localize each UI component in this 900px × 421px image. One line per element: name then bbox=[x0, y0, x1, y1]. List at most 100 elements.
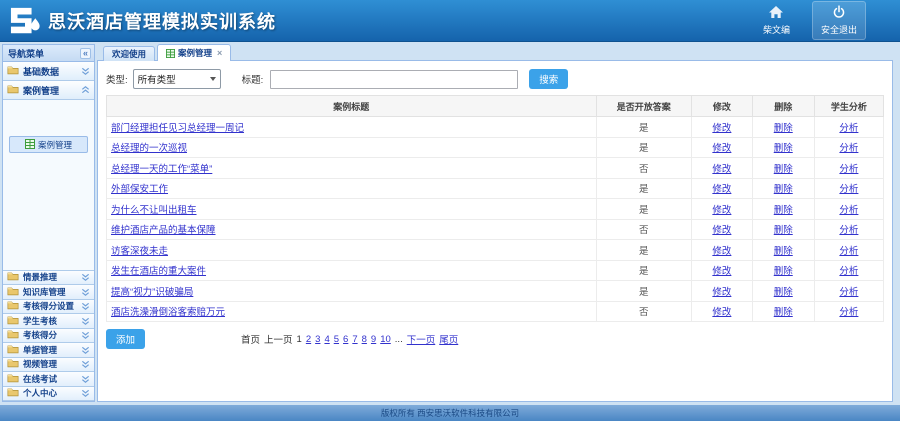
case-title-link[interactable]: 部门经理担任见习总经理一周记 bbox=[111, 123, 244, 134]
edit-link[interactable]: 修改 bbox=[712, 184, 731, 195]
table-header-row: 案例标题 是否开放答案 修改 删除 学生分析 bbox=[107, 96, 884, 117]
sidebar-group-label: 在线考试 bbox=[23, 373, 57, 385]
edit-link[interactable]: 修改 bbox=[712, 246, 731, 257]
edit-link[interactable]: 修改 bbox=[712, 266, 731, 277]
folder-icon bbox=[7, 344, 19, 356]
case-title-link[interactable]: 发生在酒店的重大案件 bbox=[111, 266, 206, 277]
page-first[interactable]: 首页 bbox=[241, 332, 260, 346]
case-title-link[interactable]: 访客深夜未走 bbox=[111, 246, 168, 257]
folder-icon bbox=[7, 271, 19, 283]
page-number[interactable]: 10 bbox=[380, 334, 391, 345]
analyze-link[interactable]: 分析 bbox=[839, 307, 858, 318]
close-tab-icon[interactable]: × bbox=[217, 48, 222, 58]
delete-link[interactable]: 删除 bbox=[774, 205, 793, 216]
sidebar-subitem-label: 案例管理 bbox=[38, 139, 72, 151]
delete-link[interactable]: 删除 bbox=[774, 246, 793, 257]
delete-link[interactable]: 删除 bbox=[774, 307, 793, 318]
page-prev[interactable]: 上一页 bbox=[264, 332, 293, 346]
analyze-link[interactable]: 分析 bbox=[839, 123, 858, 134]
sidebar-group[interactable]: 学生考核 bbox=[3, 314, 94, 329]
page-number[interactable]: 6 bbox=[343, 334, 348, 345]
analyze-link[interactable]: 分析 bbox=[839, 164, 858, 175]
page-number[interactable]: 5 bbox=[334, 334, 339, 345]
sidebar-group[interactable]: 基础数据 bbox=[3, 62, 94, 81]
user-home-button[interactable]: 柴文编 bbox=[755, 2, 798, 39]
edit-link[interactable]: 修改 bbox=[712, 287, 731, 298]
sidebar-group[interactable]: 单据管理 bbox=[3, 343, 94, 358]
type-select-value: 所有类型 bbox=[138, 72, 176, 86]
sidebar-group-label: 知识库管理 bbox=[23, 286, 66, 298]
sidebar-group[interactable]: 个人中心 bbox=[3, 387, 94, 402]
page-number[interactable]: 9 bbox=[371, 334, 376, 345]
sidebar-group[interactable]: 情景推理 bbox=[3, 271, 94, 286]
page-number[interactable]: 3 bbox=[315, 334, 320, 345]
title-search-input[interactable] bbox=[270, 70, 518, 89]
case-title-link[interactable]: 维护酒店产品的基本保障 bbox=[111, 225, 216, 236]
analyze-link[interactable]: 分析 bbox=[839, 184, 858, 195]
analyze-link[interactable]: 分析 bbox=[839, 143, 858, 154]
folder-icon bbox=[7, 373, 19, 385]
edit-link[interactable]: 修改 bbox=[712, 307, 731, 318]
add-button[interactable]: 添加 bbox=[106, 329, 145, 349]
case-title-link[interactable]: 酒店洗澡滑倒浴客索赔万元 bbox=[111, 307, 225, 318]
delete-link[interactable]: 删除 bbox=[774, 143, 793, 154]
type-select[interactable]: 所有类型 bbox=[133, 69, 221, 89]
sidebar-item-case-management[interactable]: 案例管理 bbox=[9, 136, 88, 153]
case-title-link[interactable]: 总经理的一次巡视 bbox=[111, 143, 187, 154]
case-title-link[interactable]: 提高“视力”识破骗局 bbox=[111, 287, 193, 298]
delete-link[interactable]: 删除 bbox=[774, 123, 793, 134]
user-name-label: 柴文编 bbox=[763, 23, 790, 36]
edit-link[interactable]: 修改 bbox=[712, 225, 731, 236]
sidebar-group[interactable]: 视频管理 bbox=[3, 358, 94, 373]
sidebar-group-label: 基础数据 bbox=[23, 65, 59, 78]
delete-link[interactable]: 删除 bbox=[774, 225, 793, 236]
tab[interactable]: 欢迎使用 × bbox=[103, 46, 155, 61]
page-number[interactable]: 4 bbox=[324, 334, 329, 345]
sidebar-group[interactable]: 考核得分设置 bbox=[3, 300, 94, 315]
edit-link[interactable]: 修改 bbox=[712, 123, 731, 134]
cases-table: 案例标题 是否开放答案 修改 删除 学生分析 部门经理担任见习总经理一周记 是 … bbox=[106, 95, 884, 322]
page-number[interactable]: 2 bbox=[306, 334, 311, 345]
case-title-link[interactable]: 为什么不让叫出租车 bbox=[111, 205, 197, 216]
delete-link[interactable]: 删除 bbox=[774, 164, 793, 175]
page-number[interactable]: 8 bbox=[362, 334, 367, 345]
delete-link[interactable]: 删除 bbox=[774, 184, 793, 195]
sidebar-group-label: 个人中心 bbox=[23, 387, 57, 399]
sidebar-group[interactable]: 在线考试 bbox=[3, 372, 94, 387]
edit-link[interactable]: 修改 bbox=[712, 205, 731, 216]
sidebar-group[interactable]: 考核得分 bbox=[3, 329, 94, 344]
page-number[interactable]: 1 bbox=[297, 334, 302, 345]
delete-link[interactable]: 删除 bbox=[774, 287, 793, 298]
page-next[interactable]: 下一页 bbox=[407, 332, 436, 346]
tab[interactable]: 案例管理 × bbox=[157, 44, 231, 61]
folder-icon bbox=[7, 286, 19, 298]
page-last[interactable]: 尾页 bbox=[439, 332, 458, 346]
analyze-link[interactable]: 分析 bbox=[839, 266, 858, 277]
open-answer-value: 是 bbox=[596, 137, 692, 158]
sidebar-group[interactable]: 案例管理 bbox=[3, 81, 94, 100]
sidebar-group-label: 学生考核 bbox=[23, 315, 57, 327]
sidebar-group-label: 案例管理 bbox=[23, 84, 59, 97]
page-number[interactable]: 7 bbox=[352, 334, 357, 345]
chevron-up-icon bbox=[81, 86, 90, 95]
table-row: 酒店洗澡滑倒浴客索赔万元 否 修改 删除 分析 bbox=[107, 301, 884, 322]
chevron-down-icon bbox=[81, 287, 90, 296]
edit-link[interactable]: 修改 bbox=[712, 143, 731, 154]
table-row: 为什么不让叫出租车 是 修改 删除 分析 bbox=[107, 199, 884, 220]
case-title-link[interactable]: 总经理一天的工作“菜单” bbox=[111, 164, 212, 175]
sidebar-group[interactable]: 知识库管理 bbox=[3, 285, 94, 300]
case-title-link[interactable]: 外部保安工作 bbox=[111, 184, 168, 195]
open-answer-value: 是 bbox=[596, 281, 692, 302]
collapse-sidebar-icon[interactable]: « bbox=[80, 48, 91, 59]
chevron-down-icon bbox=[81, 389, 90, 398]
analyze-link[interactable]: 分析 bbox=[839, 225, 858, 236]
analyze-link[interactable]: 分析 bbox=[839, 246, 858, 257]
tab-bar: 欢迎使用 × 案例管理 × bbox=[97, 44, 893, 61]
search-button[interactable]: 搜索 bbox=[529, 69, 568, 89]
edit-link[interactable]: 修改 bbox=[712, 164, 731, 175]
delete-link[interactable]: 删除 bbox=[774, 266, 793, 277]
sidebar-group-label: 情景推理 bbox=[23, 271, 57, 283]
analyze-link[interactable]: 分析 bbox=[839, 205, 858, 216]
logout-button[interactable]: 安全退出 bbox=[812, 1, 866, 40]
analyze-link[interactable]: 分析 bbox=[839, 287, 858, 298]
